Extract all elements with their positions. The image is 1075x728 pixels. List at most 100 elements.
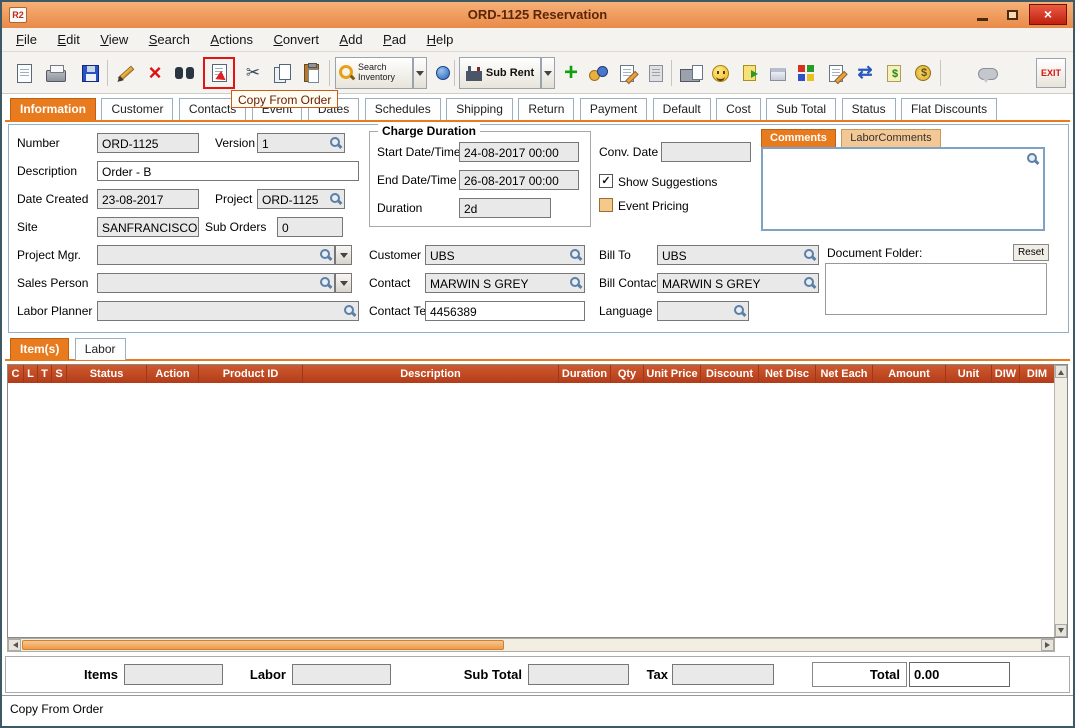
export-button[interactable] (735, 59, 763, 87)
tab-items[interactable]: Item(s) (10, 338, 70, 360)
duration-field[interactable]: 2d (459, 198, 551, 218)
edit-order-button[interactable] (822, 59, 850, 87)
fill-button[interactable] (429, 59, 457, 87)
delete-button[interactable] (141, 59, 169, 87)
tab-information[interactable]: Information (10, 98, 96, 120)
project-mgr-field[interactable] (97, 245, 335, 265)
menu-actions[interactable]: Actions (202, 28, 261, 47)
contact-lookup-icon[interactable] (569, 276, 582, 289)
new-document-button[interactable] (10, 59, 38, 87)
tab-status[interactable]: Status (841, 98, 896, 120)
tab-sub-total[interactable]: Sub Total (766, 98, 837, 120)
sales-person-dropdown[interactable] (335, 273, 352, 293)
language-field[interactable] (657, 301, 749, 321)
menu-view[interactable]: View (92, 28, 136, 47)
bill-contact-field[interactable]: MARWIN S GREY (657, 273, 819, 293)
package-button[interactable] (764, 59, 792, 87)
items-total-field[interactable] (124, 664, 223, 685)
version-field[interactable]: 1 (257, 133, 345, 153)
notes-pad-button[interactable] (642, 59, 670, 87)
menu-pad[interactable]: Pad (375, 28, 414, 47)
site-field[interactable]: SANFRANCISCO (97, 217, 199, 237)
number-field[interactable]: ORD-1125 (97, 133, 199, 153)
conv-date-field[interactable] (661, 142, 751, 162)
money-button[interactable] (909, 59, 937, 87)
tab-schedules[interactable]: Schedules (364, 98, 441, 120)
date-created-field[interactable]: 23-08-2017 (97, 189, 199, 209)
tab-shipping[interactable]: Shipping (446, 98, 513, 120)
tab-comments[interactable]: Comments (761, 129, 836, 147)
bill-contact-lookup-icon[interactable] (803, 276, 816, 289)
total-field[interactable]: 0.00 (909, 662, 1010, 687)
project-mgr-dropdown[interactable] (335, 245, 352, 265)
menu-add[interactable]: Add (331, 28, 370, 47)
scroll-up-button[interactable] (1055, 365, 1067, 378)
sales-person-field[interactable] (97, 273, 335, 293)
save-button[interactable] (76, 59, 104, 87)
exit-button[interactable]: EXIT (1036, 58, 1066, 88)
menu-file[interactable]: File (8, 28, 45, 47)
bill-to-lookup-icon[interactable] (803, 248, 816, 261)
copy-button[interactable] (268, 59, 296, 87)
exchange-button[interactable] (851, 59, 879, 87)
reset-document-folder-button[interactable]: Reset (1013, 244, 1049, 261)
tab-labor[interactable]: Labor (74, 338, 126, 360)
horizontal-scrollbar[interactable] (7, 638, 1055, 652)
show-suggestions-checkbox[interactable]: ✓ (599, 174, 613, 188)
labor-planner-lookup-icon[interactable] (343, 304, 356, 317)
horizontal-scroll-thumb[interactable] (22, 640, 504, 650)
labor-total-field[interactable] (292, 664, 391, 685)
print-button[interactable] (42, 59, 70, 87)
scroll-left-button[interactable] (8, 639, 21, 651)
cut-button[interactable] (239, 59, 267, 87)
find-button[interactable] (170, 59, 198, 87)
tab-labor-comments[interactable]: LaborComments (841, 129, 941, 147)
version-lookup-icon[interactable] (329, 136, 342, 149)
language-lookup-icon[interactable] (733, 304, 746, 317)
labor-planner-field[interactable] (97, 301, 359, 321)
bill-to-field[interactable]: UBS (657, 245, 819, 265)
sub-rent-dropdown[interactable] (541, 57, 555, 89)
vertical-scrollbar[interactable] (1054, 365, 1067, 637)
start-datetime-field[interactable]: 24-08-2017 00:00 (459, 142, 579, 162)
event-pricing-checkbox[interactable] (599, 198, 613, 212)
sub-total-field[interactable] (528, 664, 629, 685)
invoice-button[interactable] (880, 59, 908, 87)
edit-button[interactable] (112, 59, 140, 87)
paste-button[interactable] (297, 59, 325, 87)
search-inventory-dropdown[interactable] (413, 57, 427, 89)
description-field[interactable]: Order - B (97, 161, 359, 181)
contact-field[interactable]: MARWIN S GREY (425, 273, 585, 293)
scroll-right-button[interactable] (1041, 639, 1054, 651)
customer-field[interactable]: UBS (425, 245, 585, 265)
close-button[interactable]: × (1029, 4, 1067, 25)
end-datetime-field[interactable]: 26-08-2017 00:00 (459, 170, 579, 190)
tab-flat-discounts[interactable]: Flat Discounts (901, 98, 998, 120)
menu-convert[interactable]: Convert (265, 28, 327, 47)
project-field[interactable]: ORD-1125 (257, 189, 345, 209)
contact-tel-field[interactable]: 4456389 (425, 301, 585, 321)
tab-default[interactable]: Default (652, 98, 711, 120)
menu-search[interactable]: Search (141, 28, 198, 47)
search-inventory-button[interactable]: Search Inventory (335, 57, 413, 89)
smiley-button[interactable] (706, 59, 734, 87)
sales-person-lookup-icon[interactable] (319, 276, 332, 289)
tab-customer[interactable]: Customer (101, 98, 174, 120)
tab-return[interactable]: Return (518, 98, 575, 120)
sub-orders-field[interactable]: 0 (277, 217, 343, 237)
comments-lookup-icon[interactable] (1026, 152, 1039, 165)
tax-field[interactable] (672, 664, 774, 685)
project-mgr-lookup-icon[interactable] (319, 248, 332, 261)
project-lookup-icon[interactable] (329, 192, 342, 205)
customers-button[interactable] (584, 59, 612, 87)
sub-rent-button[interactable]: Sub Rent (459, 57, 541, 89)
document-folder-box[interactable] (825, 263, 1047, 315)
tab-cost[interactable]: Cost (716, 98, 761, 120)
edit-pad-button[interactable] (613, 59, 641, 87)
menu-help[interactable]: Help (419, 28, 462, 47)
comments-textarea[interactable] (761, 147, 1045, 231)
add-button[interactable] (557, 59, 585, 87)
scroll-down-button[interactable] (1055, 624, 1067, 637)
minimize-button[interactable] (971, 5, 993, 25)
customer-lookup-icon[interactable] (569, 248, 582, 261)
